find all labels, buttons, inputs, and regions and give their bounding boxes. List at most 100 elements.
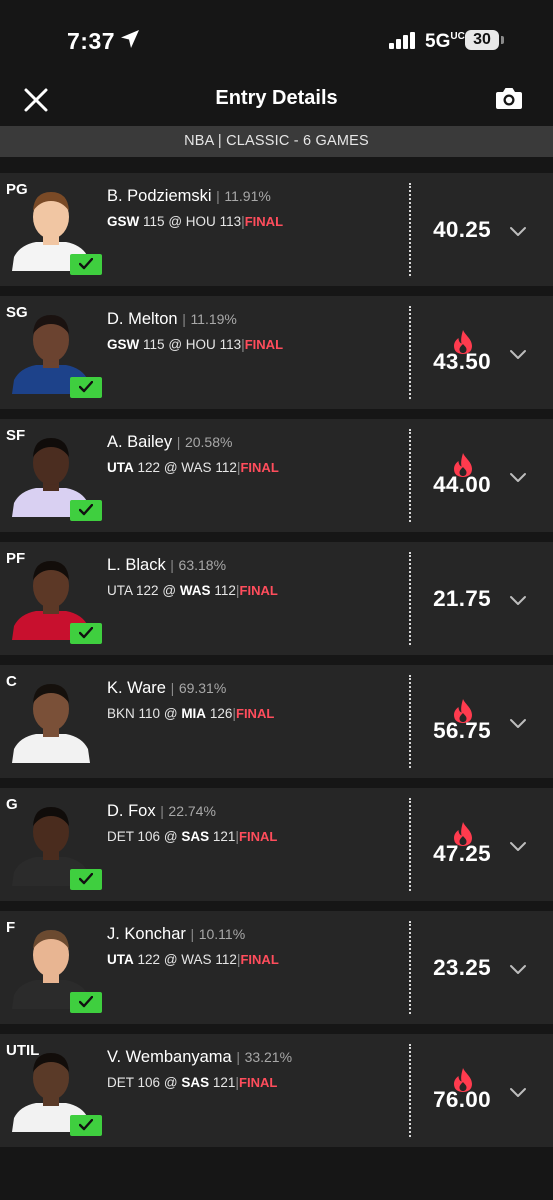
player-row[interactable]: F J. Konchar | 10.11% UTA 122 @ WAS 112|FI… <box>0 911 553 1024</box>
roster-position: G <box>6 796 18 813</box>
camera-icon[interactable] <box>495 85 523 111</box>
player-row[interactable]: C K. Ware | 69.31% BKN 110 @ MIA 126|FINAL… <box>0 665 553 778</box>
check-badge <box>70 377 102 398</box>
chevron-down-icon[interactable] <box>509 594 527 606</box>
divider <box>409 798 411 891</box>
game-score: DET 106 @ SAS 121|FINAL <box>107 828 277 844</box>
fantasy-points: 76.00 <box>433 1087 491 1112</box>
checkmark-icon <box>79 873 93 885</box>
checkmark-icon <box>79 381 93 393</box>
away-team: BKN <box>107 706 135 721</box>
ownership-percent: 22.74% <box>168 803 216 819</box>
player-info: J. Konchar | 10.11% <box>107 925 245 944</box>
home-score: 126 <box>209 706 233 721</box>
game-score: UTA 122 @ WAS 112|FINAL <box>107 582 278 598</box>
ownership-percent: 20.58% <box>184 434 233 450</box>
home-team: HOU <box>185 214 216 229</box>
check-badge <box>70 869 102 890</box>
at-symbol: @ <box>163 1075 178 1090</box>
player-info: A. Bailey | 20.58% <box>107 433 232 452</box>
at-symbol: @ <box>163 952 178 967</box>
player-headshot <box>10 671 92 763</box>
at-symbol: @ <box>163 706 178 721</box>
check-badge <box>70 500 102 521</box>
ownership-percent: 11.91% <box>224 188 271 204</box>
separator: | <box>170 680 175 696</box>
away-score: 122 <box>136 583 159 598</box>
player-row[interactable]: PG B. Podziemski | 11.91% GSW 115 @ HOU 11… <box>0 173 553 286</box>
status-time: 7:37 <box>67 28 116 54</box>
chevron-down-icon[interactable] <box>509 471 527 483</box>
player-row[interactable]: SG D. Melton | 11.19% GSW 115 @ HOU 113|FI… <box>0 296 553 409</box>
player-name: J. Konchar <box>107 925 186 943</box>
ownership-percent: 69.31% <box>178 680 227 696</box>
checkmark-icon <box>79 627 93 639</box>
chevron-down-icon[interactable] <box>509 225 527 237</box>
player-name: D. Fox <box>107 802 156 820</box>
player-info: L. Black | 63.18% <box>107 556 226 575</box>
home-score: 121 <box>212 829 236 844</box>
away-team: GSW <box>107 214 140 229</box>
chevron-down-icon[interactable] <box>509 963 527 975</box>
fantasy-points: 56.75 <box>433 718 491 743</box>
chevron-down-icon[interactable] <box>509 1086 527 1098</box>
game-status: FINAL <box>239 829 278 844</box>
chevron-down-icon[interactable] <box>509 840 527 852</box>
away-team: UTA <box>107 460 134 475</box>
away-score: 122 <box>137 952 161 967</box>
at-symbol: @ <box>163 460 178 475</box>
game-status: FINAL <box>244 337 284 352</box>
game-score: DET 106 @ SAS 121|FINAL <box>107 1074 277 1090</box>
player-row[interactable]: PF L. Black | 63.18% UTA 122 @ WAS 112|FIN… <box>0 542 553 655</box>
away-score: 115 <box>143 337 165 352</box>
away-team: UTA <box>107 952 134 967</box>
game-status: FINAL <box>236 706 275 721</box>
roster-position: C <box>6 673 17 690</box>
battery-tip <box>501 36 504 44</box>
roster-position: SG <box>6 304 28 321</box>
away-team: UTA <box>107 583 133 598</box>
separator: | <box>170 557 174 573</box>
divider <box>409 1044 411 1137</box>
player-row[interactable]: G D. Fox | 22.74% DET 106 @ SAS 121|FINAL 4… <box>0 788 553 901</box>
divider <box>409 429 411 522</box>
divider <box>409 675 411 768</box>
home-score: 112 <box>214 583 236 598</box>
roster-position: F <box>6 919 16 936</box>
navigation-bar: Entry Details <box>0 70 553 126</box>
player-info: K. Ware | 69.31% <box>107 679 226 698</box>
player-info: D. Fox | 22.74% <box>107 802 216 821</box>
player-name: A. Bailey <box>107 433 173 451</box>
player-name: B. Podziemski <box>107 187 212 205</box>
network-type: 5GUC <box>425 31 465 52</box>
ownership-percent: 33.21% <box>244 1049 293 1065</box>
fantasy-points: 43.50 <box>433 349 491 374</box>
player-row[interactable]: SF A. Bailey | 20.58% UTA 122 @ WAS 112|FI… <box>0 419 553 532</box>
fantasy-points: 47.25 <box>433 841 491 866</box>
game-score: UTA 122 @ WAS 112|FINAL <box>107 951 279 967</box>
at-symbol: @ <box>163 829 178 844</box>
chevron-down-icon[interactable] <box>509 348 527 360</box>
chevron-down-icon[interactable] <box>509 717 527 729</box>
divider <box>409 183 411 276</box>
home-team: HOU <box>185 337 216 352</box>
player-row[interactable]: UTIL V. Wembanyama | 33.21% DET 106 @ SAS … <box>0 1034 553 1147</box>
check-badge <box>70 992 102 1013</box>
checkmark-icon <box>79 996 93 1008</box>
game-status: FINAL <box>239 1075 278 1090</box>
roster-position: PF <box>6 550 26 567</box>
separator: | <box>190 926 195 942</box>
fantasy-points: 21.75 <box>433 586 491 611</box>
game-score: UTA 122 @ WAS 112|FINAL <box>107 459 279 475</box>
game-status: FINAL <box>244 214 284 229</box>
player-info: D. Melton | 11.19% <box>107 310 237 329</box>
check-badge <box>70 623 102 644</box>
player-info: B. Podziemski | 11.91% <box>107 187 271 206</box>
divider <box>409 552 411 645</box>
signal-strength-icon <box>389 32 415 49</box>
player-name: L. Black <box>107 556 166 574</box>
roster-position: UTIL <box>6 1042 40 1059</box>
battery-level: 30 <box>465 30 499 50</box>
divider <box>409 921 411 1014</box>
ownership-percent: 10.11% <box>198 926 246 942</box>
